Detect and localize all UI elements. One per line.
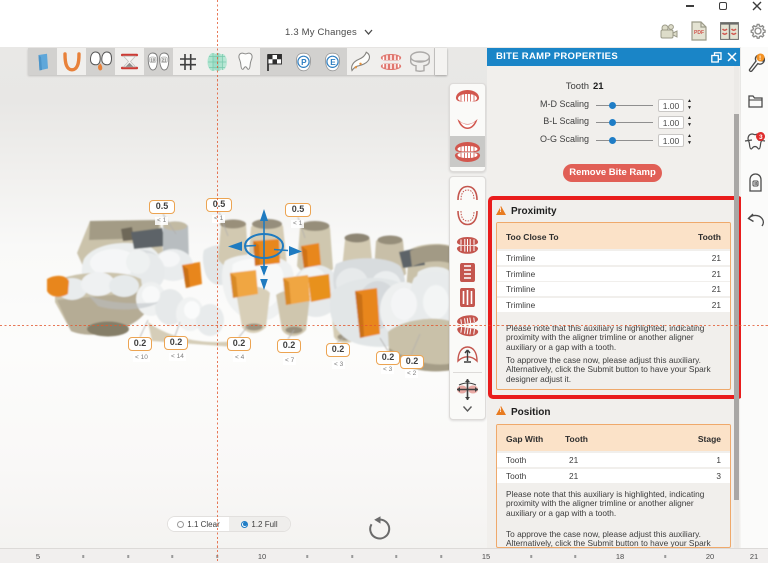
- svg-text:!: !: [759, 55, 761, 62]
- svg-text:3: 3: [759, 134, 763, 141]
